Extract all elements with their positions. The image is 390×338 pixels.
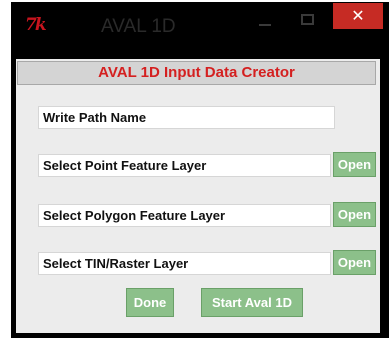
page-title: AVAL 1D Input Data Creator: [17, 61, 376, 85]
title-bar[interactable]: 7k AVAL 1D ✕: [11, 2, 389, 58]
tin-raster-layer-field[interactable]: Select TIN/Raster Layer: [38, 252, 331, 275]
start-aval-1d-button[interactable]: Start Aval 1D: [201, 288, 303, 317]
point-layer-field[interactable]: Select Point Feature Layer: [38, 154, 331, 177]
write-path-field[interactable]: Write Path Name: [38, 106, 335, 129]
dialog-body: AVAL 1D Input Data Creator Write Path Na…: [16, 59, 380, 333]
app-window: 7k AVAL 1D ✕ AVAL 1D Input Data Creator …: [11, 2, 389, 338]
open-tin-raster-layer-button[interactable]: Open: [333, 250, 376, 275]
app-logo-icon: 7k: [25, 15, 47, 35]
done-button[interactable]: Done: [126, 288, 174, 317]
minimize-icon[interactable]: [259, 24, 271, 26]
close-button[interactable]: ✕: [333, 3, 383, 29]
open-point-layer-button[interactable]: Open: [333, 152, 376, 177]
window-title: AVAL 1D: [101, 16, 176, 37]
open-polygon-layer-button[interactable]: Open: [333, 202, 376, 227]
polygon-layer-field[interactable]: Select Polygon Feature Layer: [38, 204, 331, 227]
maximize-icon[interactable]: [301, 14, 314, 25]
